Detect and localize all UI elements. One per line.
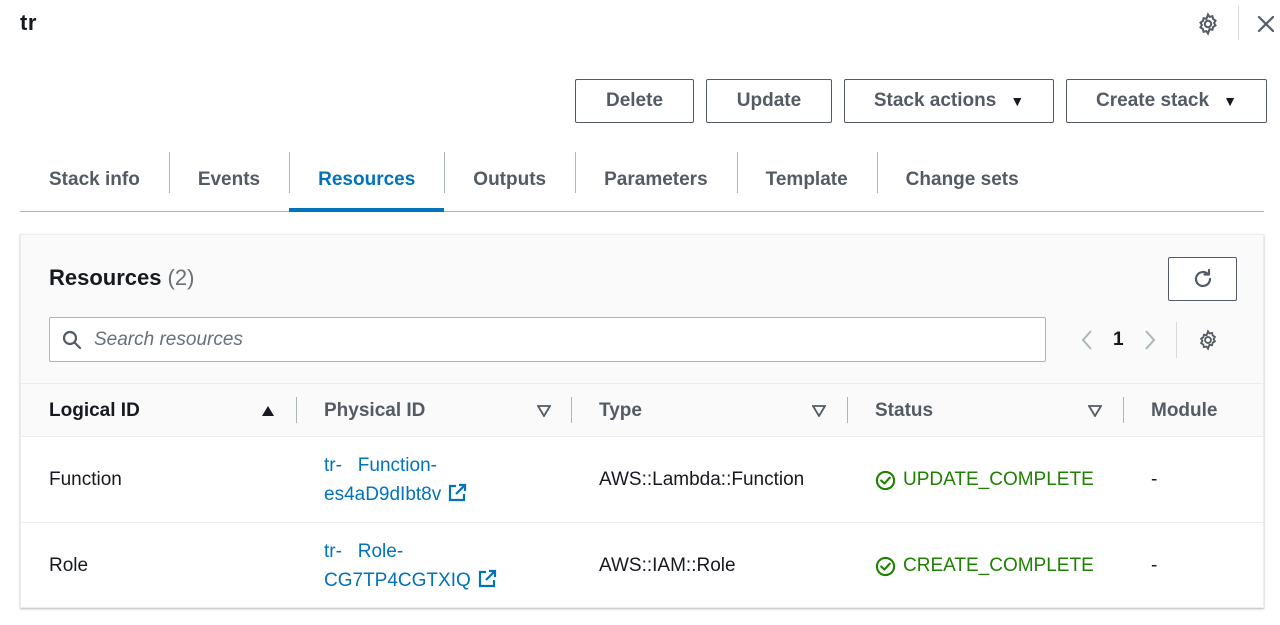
search-field[interactable] xyxy=(49,317,1046,362)
search-input[interactable] xyxy=(94,328,994,351)
refresh-icon xyxy=(1194,268,1211,288)
column-physical-id[interactable]: Physical ID xyxy=(324,384,425,437)
module-cell: - xyxy=(1151,555,1158,576)
stack-action-bar: Delete Update Stack actions ▼ Create stac… xyxy=(575,79,1267,123)
type-cell: AWS::Lambda::Function xyxy=(599,469,805,490)
check-circle-icon xyxy=(875,470,896,490)
column-logical-id[interactable]: Logical ID xyxy=(49,384,140,437)
tab-parameters[interactable]: Parameters xyxy=(575,150,737,210)
close-icon[interactable] xyxy=(1252,10,1280,38)
sort-icon[interactable] xyxy=(812,384,826,437)
update-button-label: Update xyxy=(736,90,802,111)
gear-icon[interactable] xyxy=(1194,10,1222,38)
logical-id-cell: Role xyxy=(49,555,89,576)
stack-actions-label: Stack actions xyxy=(873,90,997,111)
refresh-button[interactable] xyxy=(1168,257,1237,301)
stack-tabs: Stack info Events Resources Outputs Para… xyxy=(20,150,1264,212)
column-module[interactable]: Module xyxy=(1151,384,1218,437)
table-row: Role tr- Role- CG7TP4CGTXIQ AWS::IAM::Ro… xyxy=(21,523,1263,609)
gear-icon xyxy=(1199,329,1216,351)
delete-button-label: Delete xyxy=(605,90,664,111)
create-stack-label: Create stack xyxy=(1096,90,1210,111)
table-preferences-button[interactable] xyxy=(1193,325,1223,355)
check-circle-icon xyxy=(875,556,896,576)
resources-count: (2) xyxy=(167,265,195,290)
external-link-icon xyxy=(449,483,467,502)
sort-icon[interactable] xyxy=(537,384,551,437)
physical-id-line1: tr- Function- xyxy=(324,455,437,476)
status-cell: CREATE_COMPLETE xyxy=(875,523,1094,609)
physical-id-link[interactable]: tr- Function- es4aD9dIbt8v xyxy=(324,451,467,509)
header-divider xyxy=(1238,6,1239,40)
update-button[interactable]: Update xyxy=(706,79,832,123)
column-divider xyxy=(847,397,848,423)
chevron-left-icon xyxy=(1081,330,1092,350)
status-text: CREATE_COMPLETE xyxy=(903,555,1094,576)
column-type[interactable]: Type xyxy=(599,384,642,437)
resources-heading: Resources (2) xyxy=(49,265,194,291)
column-status[interactable]: Status xyxy=(875,384,933,437)
tab-stack-info[interactable]: Stack info xyxy=(20,150,169,210)
current-page[interactable]: 1 xyxy=(1113,329,1124,351)
physical-id-line1: tr- Role- xyxy=(324,541,404,562)
create-stack-dropdown[interactable]: Create stack ▼ xyxy=(1066,79,1267,123)
physical-id-line2: CG7TP4CGTXIQ xyxy=(324,570,471,591)
column-divider xyxy=(296,397,297,423)
external-link-icon xyxy=(478,569,496,588)
physical-id-link[interactable]: tr- Role- CG7TP4CGTXIQ xyxy=(324,537,497,595)
tab-change-sets[interactable]: Change sets xyxy=(876,150,1048,210)
resources-table-header: Logical ID Physical ID Type Status Modul… xyxy=(21,384,1263,437)
caret-down-icon: ▼ xyxy=(1223,93,1237,109)
resources-panel-header: Resources(2) 1 xyxy=(21,235,1263,384)
status-text: UPDATE_COMPLETE xyxy=(903,469,1094,490)
pagination-divider xyxy=(1175,322,1177,358)
delete-button[interactable]: Delete xyxy=(575,79,694,123)
chevron-right-icon xyxy=(1144,330,1155,350)
physical-id-line2: es4aD9dIbt8v xyxy=(324,484,442,505)
stack-actions-dropdown[interactable]: Stack actions ▼ xyxy=(844,79,1054,123)
tab-resources[interactable]: Resources xyxy=(289,150,445,212)
pagination: 1 xyxy=(1077,322,1223,358)
physical-id-cell: tr- Role- CG7TP4CGTXIQ xyxy=(324,523,497,609)
module-cell: - xyxy=(1151,469,1158,490)
column-divider xyxy=(571,397,572,423)
search-icon xyxy=(62,330,82,349)
column-divider xyxy=(1123,397,1124,423)
sort-icon[interactable] xyxy=(1088,384,1102,437)
tab-outputs[interactable]: Outputs xyxy=(444,150,575,210)
caret-down-icon: ▼ xyxy=(1010,93,1025,109)
logical-id-cell: Function xyxy=(49,469,122,490)
table-row: Function tr- Function- es4aD9dIbt8v AWS:… xyxy=(21,437,1263,523)
stack-title: tr xyxy=(20,10,37,35)
tab-template[interactable]: Template xyxy=(736,150,877,210)
tab-events[interactable]: Events xyxy=(168,150,289,210)
resources-title: Resources xyxy=(49,265,162,290)
status-cell: UPDATE_COMPLETE xyxy=(875,437,1094,523)
sort-ascending-icon[interactable] xyxy=(261,384,275,437)
type-cell: AWS::IAM::Role xyxy=(599,555,736,576)
resources-panel: Resources(2) 1 xyxy=(20,234,1264,608)
prev-page-button[interactable] xyxy=(1077,325,1097,355)
next-page-button[interactable] xyxy=(1140,325,1160,355)
physical-id-cell: tr- Function- es4aD9dIbt8v xyxy=(324,437,467,523)
